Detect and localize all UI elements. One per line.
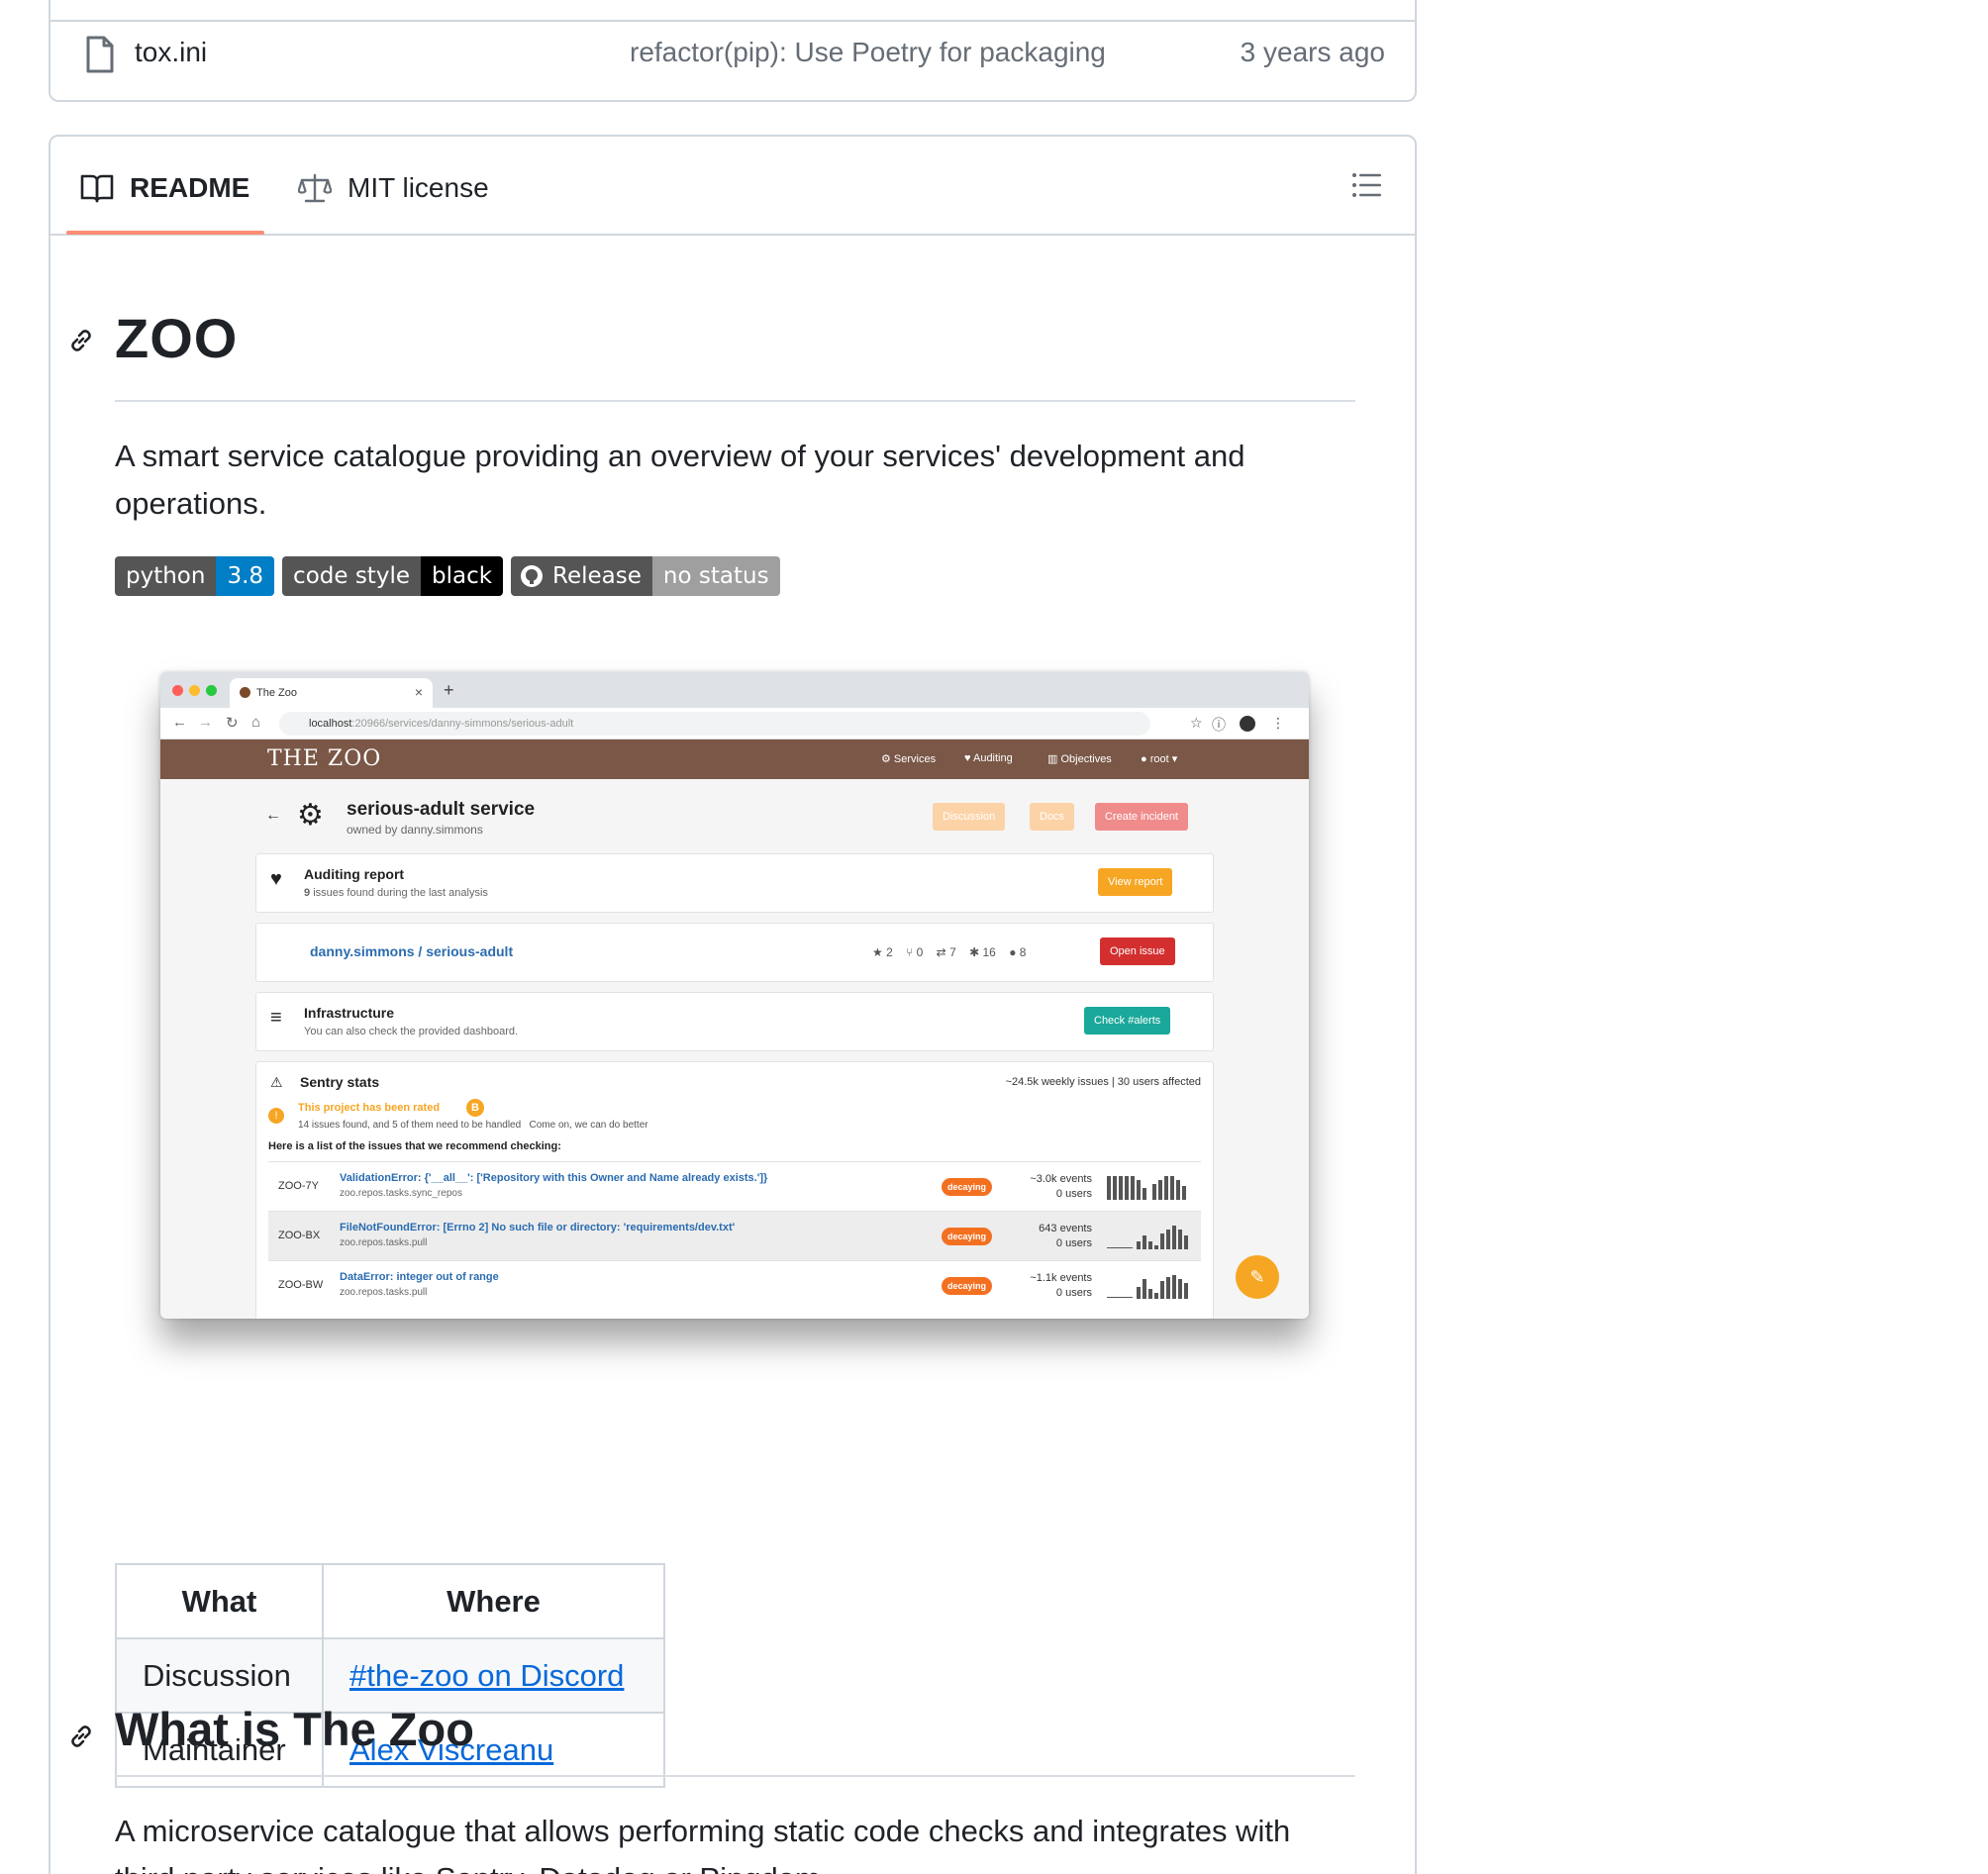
link-anchor-icon[interactable] [66, 326, 96, 355]
nav-auditing: ♥ Auditing [964, 752, 1013, 764]
minimize-dot [189, 685, 200, 696]
repo-link: danny.simmons / serious-adult [310, 943, 514, 959]
discord-link[interactable]: #the-zoo on Discord [349, 1658, 624, 1693]
file-row[interactable]: tox.ini refactor(pip): Use Poetry for pa… [50, 22, 1415, 102]
service-owner: owned by danny.simmons [347, 823, 483, 837]
tab-license[interactable]: MIT license [298, 164, 489, 212]
table-header: What [115, 1563, 324, 1639]
nav-objectives: ▥ Objectives [1047, 753, 1112, 765]
service-title: serious-adult service [347, 799, 536, 820]
table-of-contents-icon[interactable] [1351, 170, 1381, 200]
close-dot [172, 685, 183, 696]
favicon-icon [240, 687, 250, 698]
release-status-badge[interactable]: Release no status [511, 556, 780, 596]
home-icon: ⌂ [251, 714, 261, 731]
readme-title: ZOO [115, 307, 239, 369]
issue-row: ZOO-BX FileNotFoundError: [Errno 2] No s… [268, 1211, 1201, 1260]
tab-readme[interactable]: README [80, 164, 249, 212]
info-icon: ⓘ [1212, 717, 1226, 733]
app-logo: THE ZOO [267, 746, 382, 771]
file-commit-message[interactable]: refactor(pip): Use Poetry for packaging [630, 37, 1106, 68]
events-sparkline [1107, 1275, 1188, 1299]
back-arrow-icon: ← [172, 714, 187, 731]
address-bar: ← → ↻ ⌂ localhost:20966/services/danny-s… [160, 708, 1309, 740]
infrastructure-card: ≡ Infrastructure You can also check the … [255, 992, 1214, 1051]
browser-tab: The Zoo × [230, 678, 433, 708]
heart-icon: ♥ [270, 868, 282, 890]
app-header: THE ZOO ⚙ Services ♥ Auditing ▥ Objectiv… [160, 740, 1309, 779]
readme-screenshot: The Zoo × + ← → ↻ ⌂ localhost:20966/serv… [160, 672, 1309, 1319]
rating-badge: B [466, 1099, 484, 1117]
tab-license-label: MIT license [348, 172, 489, 203]
table-header-row: What Where [115, 1563, 665, 1639]
badge-row: python 3.8 code style black Release no s… [115, 556, 780, 596]
edit-fab-icon: ✎ [1236, 1255, 1279, 1299]
open-issue-button: Open issue [1100, 937, 1175, 965]
python-version-badge[interactable]: python 3.8 [115, 556, 275, 596]
events-sparkline [1107, 1176, 1186, 1200]
menu-dots-icon: ⋮ [1271, 715, 1285, 731]
repo-card: danny.simmons / serious-adult ★ 2 ⑂ 0 ⇄ … [255, 923, 1214, 982]
back-icon: ← [265, 807, 281, 824]
events-sparkline [1107, 1226, 1188, 1249]
close-tab-icon: × [414, 684, 423, 700]
discussion-button: Discussion [933, 803, 1006, 831]
file-name-link[interactable]: tox.ini [135, 37, 207, 68]
code-style-badge[interactable]: code style black [282, 556, 504, 596]
docs-button: Docs [1030, 803, 1075, 831]
tab-readme-label: README [130, 172, 250, 203]
heading-divider [115, 1775, 1355, 1777]
warning-icon: ! [268, 1108, 284, 1124]
sentry-card: ⚠ Sentry stats ~24.5k weekly issues | 30… [255, 1061, 1214, 1319]
sentry-icon: ⚠ [270, 1074, 283, 1090]
nav-user: ● root ▾ [1141, 753, 1178, 765]
file-icon [86, 36, 114, 73]
link-anchor-icon[interactable] [66, 1722, 96, 1751]
new-tab-icon: + [444, 680, 454, 700]
section-heading: What is The Zoo [115, 1703, 474, 1755]
maximize-dot [206, 685, 217, 696]
auditing-card: ♥ Auditing report 9 issues found during … [255, 853, 1214, 913]
forward-arrow-icon: → [198, 714, 213, 731]
book-icon [80, 174, 114, 203]
profile-avatar [1240, 716, 1255, 732]
url-field: localhost:20966/services/danny-simmons/s… [279, 712, 1150, 736]
table-header: Where [322, 1563, 665, 1639]
section-paragraph: A microservice catalogue that allows per… [115, 1814, 1291, 1874]
readme-panel: README MIT license ZOO A smart service c… [49, 135, 1417, 1874]
heading-divider [115, 400, 1355, 402]
file-commit-time: 3 years ago [1240, 37, 1385, 67]
reload-icon: ↻ [226, 715, 239, 732]
gears-icon: ⚙ [297, 799, 324, 832]
star-icon: ☆ [1190, 715, 1203, 731]
readme-description: A smart service catalogue providing an o… [115, 439, 1245, 521]
readme-tab-bar: README MIT license [50, 137, 1415, 236]
issue-row: ZOO-7Y ValidationError: {'__all__': ['Re… [268, 1161, 1201, 1211]
file-list: tox.ini refactor(pip): Use Poetry for pa… [49, 0, 1417, 102]
repo-stats: ★ 2 ⑂ 0 ⇄ 7 ✱ 16 ● 8 [872, 945, 1027, 959]
nav-services: ⚙ Services [881, 753, 937, 765]
view-report-button: View report [1098, 868, 1173, 896]
active-tab-indicator [66, 231, 264, 235]
check-alerts-button: Check #alerts [1084, 1007, 1171, 1035]
issue-row: ZOO-BW DataError: integer out of range z… [268, 1260, 1201, 1310]
server-icon: ≡ [270, 1007, 282, 1029]
github-icon [521, 565, 544, 587]
scale-icon [298, 173, 332, 203]
create-incident-button: Create incident [1095, 803, 1188, 831]
